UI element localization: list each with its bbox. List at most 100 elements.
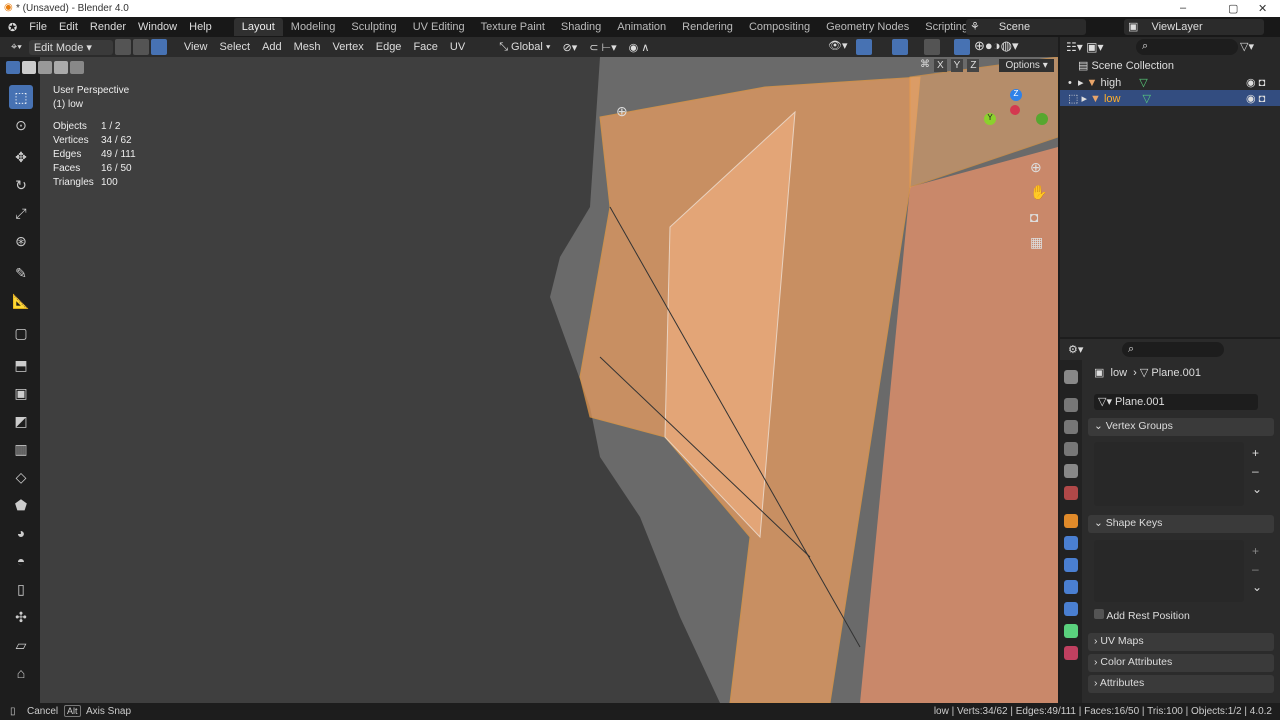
tab-texture-paint[interactable]: Texture Paint [473, 18, 553, 36]
mode-dropdown[interactable]: Edit Mode ▾ [28, 39, 113, 55]
maximize-button[interactable]: ▢ [1228, 2, 1238, 15]
extrude-tool-icon[interactable]: ⬒ [9, 353, 33, 377]
menu-file[interactable]: File [23, 21, 53, 33]
scale-tool-icon[interactable]: ⤢ [9, 201, 33, 225]
cursor-tool-icon[interactable]: ⊙ [9, 113, 33, 137]
mirror-y[interactable]: Y [950, 59, 964, 72]
remove-shape-key-icon[interactable]: – [1252, 560, 1262, 578]
transform-tool-icon[interactable]: ⊛ [9, 229, 33, 253]
scene-collection-row[interactable]: ▤ Scene Collection [1078, 59, 1174, 72]
visibility-icon[interactable]: 👁▾ [828, 39, 848, 52]
measure-tool-icon[interactable]: 📐 [9, 289, 33, 313]
mesh-edit-overlay-icon[interactable] [924, 39, 940, 55]
shape-key-menu-icon[interactable]: ⌄ [1252, 578, 1262, 596]
tab-rendering[interactable]: Rendering [674, 18, 741, 36]
add-rest-position-checkbox[interactable]: Add Rest Position [1094, 609, 1190, 622]
smooth-tool-icon[interactable]: ◓ [9, 549, 33, 573]
face-select-icon[interactable] [150, 39, 167, 55]
scene-selector[interactable]: ⚘ Scene [966, 19, 1086, 35]
menu-view[interactable]: View [179, 40, 213, 54]
menu-face[interactable]: Face [408, 40, 442, 54]
add-shape-key-icon[interactable]: + [1252, 542, 1262, 560]
gizmo-z[interactable]: Z [1010, 89, 1022, 101]
menu-edit[interactable]: Edit [53, 21, 84, 33]
props-search-input[interactable]: ⌕ [1122, 342, 1224, 357]
tab-sculpting[interactable]: Sculpting [343, 18, 404, 36]
shear-tool-icon[interactable]: ▱ [9, 633, 33, 657]
physics-tab-icon[interactable] [1064, 580, 1078, 594]
select-intersect-icon[interactable] [70, 61, 84, 74]
view-layer-tab-icon[interactable] [1064, 442, 1078, 456]
object-tab-icon[interactable] [1064, 514, 1078, 528]
outliner-search-input[interactable]: ⌕ [1136, 39, 1238, 55]
select-subtract-icon[interactable] [38, 61, 52, 74]
tab-modeling[interactable]: Modeling [283, 18, 344, 36]
menu-vertex[interactable]: Vertex [328, 40, 369, 54]
vertex-groups-panel-header[interactable]: ⌄ Vertex Groups [1088, 418, 1274, 436]
scene-tab-icon[interactable] [1064, 464, 1078, 478]
loop-cut-tool-icon[interactable]: ▥ [9, 437, 33, 461]
close-button[interactable]: ✕ [1258, 2, 1267, 15]
knife-tool-icon[interactable]: ◇ [9, 465, 33, 489]
visibility-eye-icon[interactable]: ◉ ◘ [1246, 92, 1265, 105]
perspective-grid-icon[interactable]: ▦ [1030, 230, 1047, 255]
mirror-z[interactable]: Z [967, 59, 980, 72]
poly-build-tool-icon[interactable]: ⬟ [9, 493, 33, 517]
blender-menu-icon[interactable]: ✪ [0, 21, 23, 34]
select-invert-icon[interactable] [54, 61, 68, 74]
tool-tab-icon[interactable] [1064, 370, 1078, 384]
proportional-edit-icon[interactable]: ◉ ∧ [624, 40, 655, 55]
tab-layout[interactable]: Layout [233, 18, 283, 36]
visibility-eye-icon[interactable]: ◉ ◘ [1246, 76, 1265, 89]
inset-tool-icon[interactable]: ▣ [9, 381, 33, 405]
outliner-display-icon[interactable]: ☷▾ ▣▾ [1066, 40, 1103, 54]
constraints-tab-icon[interactable] [1064, 602, 1078, 616]
menu-help[interactable]: Help [183, 21, 218, 33]
output-tab-icon[interactable] [1064, 420, 1078, 434]
render-tab-icon[interactable] [1064, 398, 1078, 412]
menu-render[interactable]: Render [84, 21, 132, 33]
shading-mode-icons[interactable]: ⊕●◑◍▾ [974, 38, 1018, 54]
zoom-icon[interactable]: ⊕ [1030, 155, 1047, 180]
vertex-group-menu-icon[interactable]: ⌄ [1252, 480, 1262, 498]
gizmo-x[interactable] [1010, 105, 1020, 115]
tab-geometry-nodes[interactable]: Geometry Nodes [818, 18, 917, 36]
gizmo-toggle-icon[interactable] [856, 39, 872, 55]
camera-view-icon[interactable]: ◘ [1030, 205, 1047, 230]
select-box-tool-icon[interactable]: ⬚ [9, 85, 33, 109]
bevel-tool-icon[interactable]: ◩ [9, 409, 33, 433]
options-dropdown[interactable]: Options ▾ [999, 59, 1054, 72]
rotate-tool-icon[interactable]: ↻ [9, 173, 33, 197]
rip-tool-icon[interactable]: ⌂ [9, 661, 33, 685]
menu-select[interactable]: Select [214, 40, 255, 54]
filter-icon[interactable]: ▽▾ [1240, 40, 1254, 53]
world-tab-icon[interactable] [1064, 486, 1078, 500]
menu-mesh[interactable]: Mesh [289, 40, 326, 54]
menu-window[interactable]: Window [132, 21, 183, 33]
tab-shading[interactable]: Shading [553, 18, 609, 36]
edge-slide-tool-icon[interactable]: ▯ [9, 577, 33, 601]
menu-add[interactable]: Add [257, 40, 287, 54]
3d-cursor-icon[interactable]: ⊕ [616, 103, 628, 120]
edge-select-icon[interactable] [132, 39, 149, 55]
annotate-tool-icon[interactable]: ✎ [9, 261, 33, 285]
pivot-icon[interactable]: ⊘▾ [558, 40, 583, 55]
mesh-data-selector[interactable]: ▽▾ Plane.001 [1094, 394, 1258, 410]
shape-keys-panel-header[interactable]: ⌄ Shape Keys [1088, 515, 1274, 533]
navigation-gizmo[interactable]: Z Y [984, 87, 1054, 157]
props-editor-type-icon[interactable]: ⚙▾ [1068, 343, 1083, 356]
gizmo-y[interactable]: Y [984, 113, 996, 125]
add-cube-tool-icon[interactable]: ▢ [9, 321, 33, 345]
overlay-toggle-icon[interactable] [892, 39, 908, 55]
attributes-panel-header[interactable]: › Attributes [1088, 675, 1274, 693]
view-layer-selector[interactable]: ▣ ViewLayer [1124, 19, 1264, 35]
tab-compositing[interactable]: Compositing [741, 18, 818, 36]
shrink-fatten-tool-icon[interactable]: ✣ [9, 605, 33, 629]
add-vertex-group-icon[interactable]: + [1252, 444, 1262, 462]
minimize-button[interactable]: – [1180, 2, 1186, 14]
xray-toggle-icon[interactable] [954, 39, 970, 55]
mirror-x[interactable]: X [934, 59, 947, 72]
outliner-item-high[interactable]: • ▸ ▼ high ▽ ◉ ◘ [1060, 74, 1280, 90]
tab-animation[interactable]: Animation [609, 18, 674, 36]
menu-edge[interactable]: Edge [371, 40, 407, 54]
